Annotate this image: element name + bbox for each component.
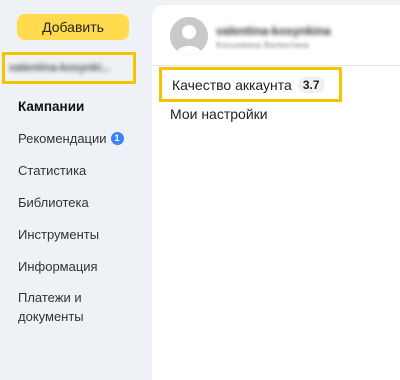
sidebar-item-label: Инструменты bbox=[18, 226, 100, 242]
user-login: valentina-kosynkina bbox=[216, 24, 331, 38]
account-quality-score-badge: 3.7 bbox=[297, 76, 325, 93]
sidebar-item-library[interactable]: Библиотека bbox=[18, 186, 148, 218]
sidebar-item-campaigns[interactable]: Кампании bbox=[18, 90, 148, 122]
account-login: valentina-kosynki... bbox=[9, 62, 111, 74]
add-button[interactable]: Добавить bbox=[17, 14, 129, 40]
sidebar-item-label: Библиотека bbox=[18, 194, 89, 210]
sidebar-item-label: Статистика bbox=[18, 162, 87, 178]
sidebar-item-label: Информация bbox=[18, 258, 98, 274]
sidebar-item-tools[interactable]: Инструменты bbox=[18, 218, 148, 250]
sidebar-item-recommendations[interactable]: Рекомендации 1 bbox=[18, 122, 148, 154]
user-full-name: Косынкина Валентина bbox=[216, 40, 309, 50]
sidebar-item-label: Платежи и документы bbox=[18, 290, 84, 324]
user-avatar-icon bbox=[170, 17, 208, 55]
sidebar-item-statistics[interactable]: Статистика bbox=[18, 154, 148, 186]
sidebar-item-payments[interactable]: Платежи и документы bbox=[18, 288, 148, 326]
my-settings-link[interactable]: Мои настройки bbox=[170, 106, 268, 122]
sidebar-item-label: Кампании bbox=[18, 98, 85, 114]
sidebar-item-information[interactable]: Информация bbox=[18, 250, 148, 282]
sidebar: Добавить valentina-kosynki... Кампании Р… bbox=[0, 0, 152, 380]
sidebar-nav: Кампании Рекомендации 1 Статистика Библи… bbox=[18, 90, 148, 326]
sidebar-item-label: Рекомендации bbox=[18, 130, 107, 146]
account-selector[interactable]: valentina-kosynki... bbox=[2, 52, 136, 84]
account-quality-label: Качество аккаунта bbox=[172, 76, 292, 93]
avatar[interactable] bbox=[170, 17, 208, 55]
divider bbox=[152, 65, 400, 66]
account-quality-link[interactable]: Качество аккаунта 3.7 bbox=[159, 67, 342, 102]
notification-badge: 1 bbox=[110, 131, 124, 145]
account-dropdown-panel: valentina-kosynkina Косынкина Валентина … bbox=[152, 5, 400, 380]
